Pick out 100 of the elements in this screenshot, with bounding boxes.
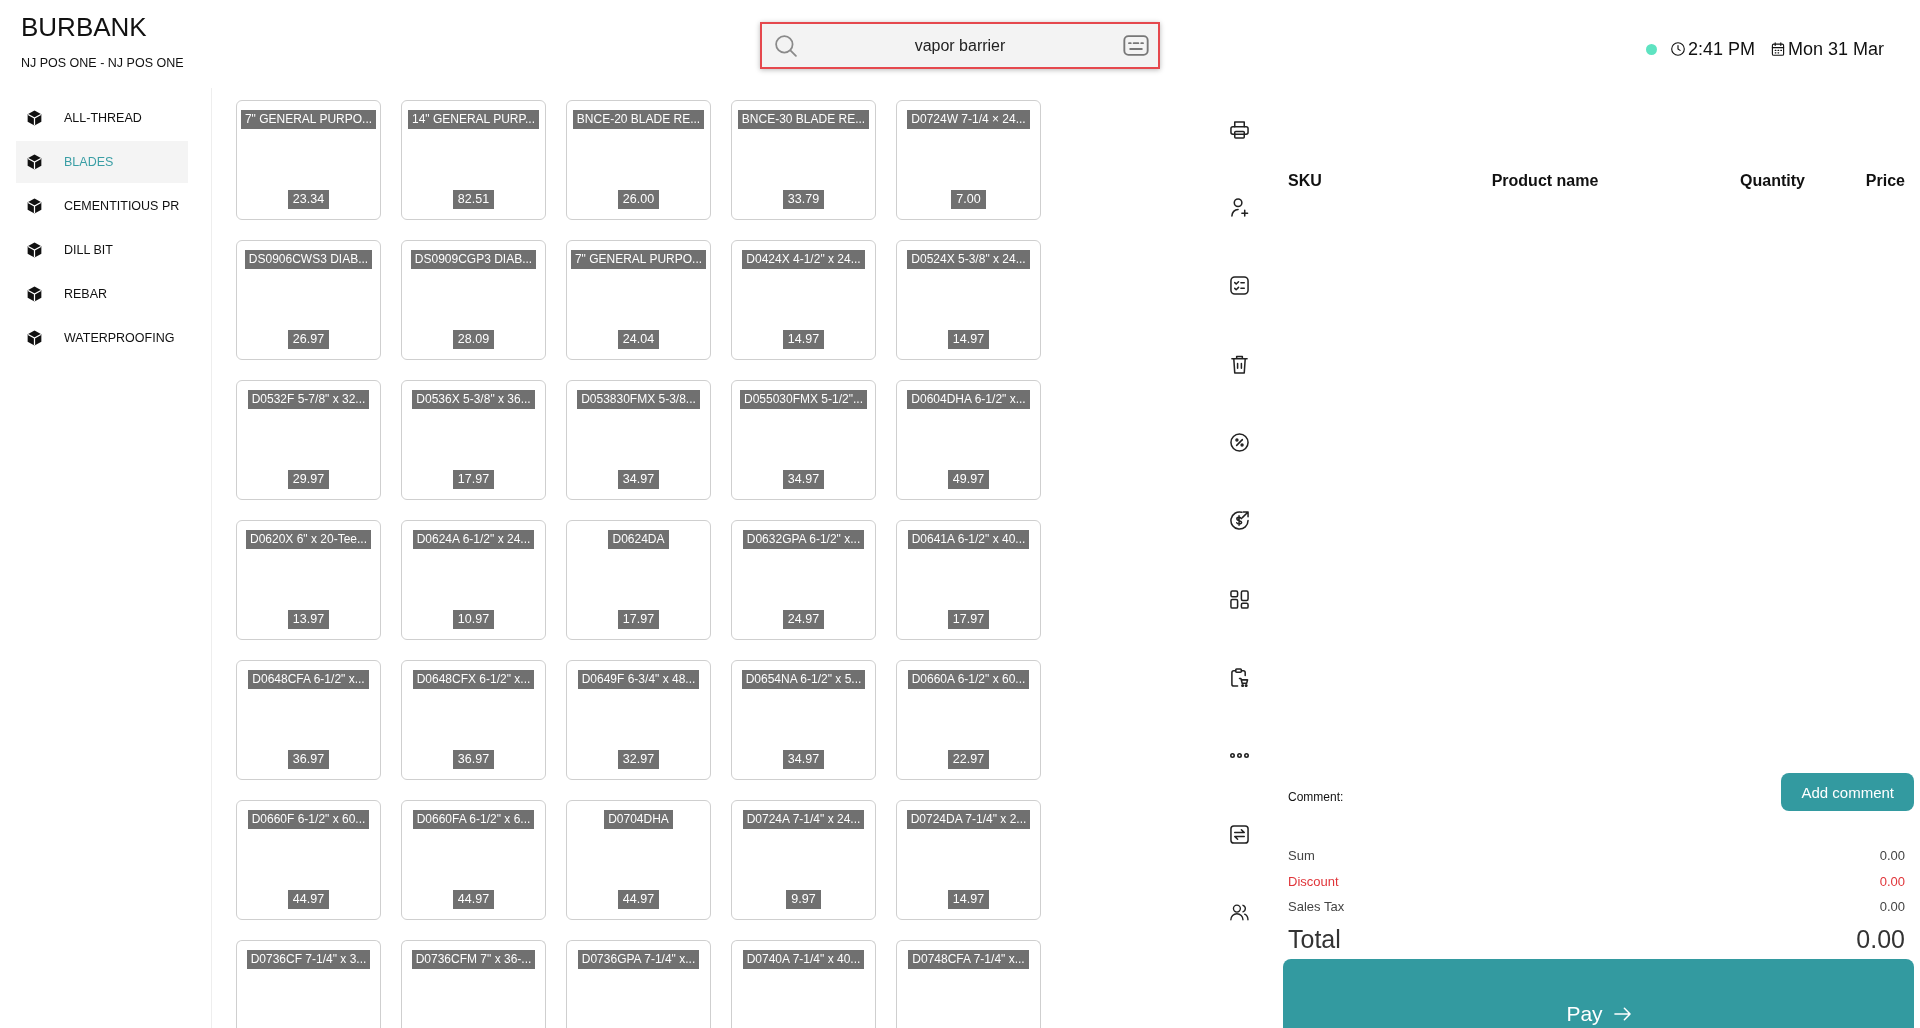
product-card[interactable]: D0740A 7-1/4" x 40... (731, 940, 876, 1028)
clipboard-cart-icon[interactable] (1229, 668, 1249, 687)
product-price: 7.00 (951, 190, 986, 209)
product-price: 24.04 (617, 330, 660, 349)
column-header: Product name (1491, 171, 1599, 191)
product-card[interactable]: D0424X 4-1/2" x 24... 14.97 (731, 240, 876, 360)
category-item[interactable]: DILL BIT (16, 229, 188, 271)
product-card[interactable]: D0624DA 17.97 (566, 520, 711, 640)
product-card[interactable]: D0654NA 6-1/2" x 5... 34.97 (731, 660, 876, 780)
product-card[interactable]: D0604DHA 6-1/2" x... 49.97 (896, 380, 1041, 500)
dots-icon[interactable] (1229, 753, 1249, 759)
product-card[interactable]: 7" GENERAL PURPO... 23.34 (236, 100, 381, 220)
product-name: D0736CFM 7" x 36-... (411, 950, 536, 969)
product-card[interactable]: DS0906CWS3 DIAB... 26.97 (236, 240, 381, 360)
product-card[interactable]: D0536X 5-3/8" x 36... 17.97 (401, 380, 546, 500)
product-card[interactable]: D055030FMX 5-1/2"... 34.97 (731, 380, 876, 500)
product-card[interactable]: 14" GENERAL PURP... 82.51 (401, 100, 546, 220)
product-price: 44.97 (617, 890, 660, 909)
product-card[interactable]: D0620X 6" x 20-Tee... 13.97 (236, 520, 381, 640)
product-price: 17.97 (617, 610, 660, 629)
percent-icon[interactable] (1229, 432, 1249, 452)
product-price: 34.97 (782, 470, 825, 489)
product-card[interactable]: D0532F 5-7/8" x 32... 29.97 (236, 380, 381, 500)
category-item[interactable]: REBAR (16, 273, 188, 315)
product-name: D0524X 5-3/8" x 24... (907, 250, 1030, 269)
product-card[interactable]: BNCE-30 BLADE RE... 33.79 (731, 100, 876, 220)
category-item[interactable]: CEMENTITIOUS PR (16, 185, 188, 227)
product-card[interactable]: D0632GPA 6-1/2" x... 24.97 (731, 520, 876, 640)
cube-icon (27, 198, 42, 214)
category-item[interactable]: BLADES (16, 141, 188, 183)
product-name: D0736CF 7-1/4" x 3... (246, 950, 371, 969)
cube-icon (27, 330, 42, 346)
column-header: Quantity (1740, 171, 1805, 191)
keyboard-icon[interactable] (1123, 35, 1149, 56)
product-card[interactable]: D0624A 6-1/2" x 24... 10.97 (401, 520, 546, 640)
product-price: 14.97 (947, 890, 990, 909)
swap-arrows-icon[interactable] (1229, 824, 1249, 844)
product-card[interactable]: D0704DHA 44.97 (566, 800, 711, 920)
product-card[interactable]: D0648CFA 6-1/2" x... 36.97 (236, 660, 381, 780)
product-card[interactable]: D0660A 6-1/2" x 60... 22.97 (896, 660, 1041, 780)
product-price: 24.97 (782, 610, 825, 629)
category-item[interactable]: WATERPROOFING (16, 317, 188, 359)
product-card[interactable]: D0736GPA 7-1/4" x... (566, 940, 711, 1028)
users-icon[interactable] (1229, 903, 1249, 923)
product-card[interactable]: D0736CF 7-1/4" x 3... (236, 940, 381, 1028)
summary-value: 0.00 (1879, 848, 1905, 863)
product-card[interactable]: D0648CFX 6-1/2" x... 36.97 (401, 660, 546, 780)
trash-icon[interactable] (1229, 354, 1249, 374)
user-plus-icon[interactable] (1229, 197, 1249, 217)
product-name: BNCE-30 BLADE RE... (737, 110, 870, 129)
product-card[interactable]: DS0909CGP3 DIAB... 28.09 (401, 240, 546, 360)
product-price: 13.97 (287, 610, 330, 629)
product-card[interactable]: D0724DA 7-1/4" x 2... 14.97 (896, 800, 1041, 920)
date-text: Mon 31 Mar (1787, 38, 1884, 60)
summary-value: 0.00 (1879, 873, 1905, 889)
register-name: NJ POS ONE - NJ POS ONE (21, 56, 184, 71)
product-card[interactable]: D053830FMX 5-3/8... 34.97 (566, 380, 711, 500)
product-name: D0424X 4-1/2" x 24... (742, 250, 865, 269)
product-card[interactable]: D0641A 6-1/2" x 40... 17.97 (896, 520, 1041, 640)
search-icon (775, 35, 797, 57)
product-name: D0641A 6-1/2" x 40... (907, 530, 1030, 549)
product-price: 34.97 (617, 470, 660, 489)
add-comment-button[interactable]: Add comment (1781, 773, 1914, 811)
grid-icon[interactable] (1229, 589, 1249, 609)
product-name: D0649F 6-3/4" x 48... (577, 670, 700, 689)
printer-icon[interactable] (1229, 119, 1249, 139)
category-item[interactable]: ALL-THREAD (16, 97, 188, 139)
product-name: 7" GENERAL PURPO... (240, 110, 377, 129)
cube-icon (27, 154, 42, 170)
product-name: D0660FA 6-1/2" x 6... (412, 810, 535, 829)
product-price: 32.97 (617, 750, 660, 769)
product-name: D0632GPA 6-1/2" x... (742, 530, 865, 549)
column-header: SKU (1288, 171, 1322, 191)
product-card[interactable]: D0660F 6-1/2" x 60... 44.97 (236, 800, 381, 920)
product-card[interactable]: D0724W 7-1/4 × 24... 7.00 (896, 100, 1041, 220)
product-card[interactable]: BNCE-20 BLADE RE... 26.00 (566, 100, 711, 220)
product-card[interactable]: D0649F 6-3/4" x 48... 32.97 (566, 660, 711, 780)
product-name: D0648CFX 6-1/2" x... (412, 670, 535, 689)
product-price: 14.97 (947, 330, 990, 349)
product-name: D0620X 6" x 20-Tee... (246, 530, 371, 549)
product-name: D0604DHA 6-1/2" x... (907, 390, 1030, 409)
dollar-arrow-icon[interactable] (1229, 511, 1249, 531)
product-price: 34.97 (782, 750, 825, 769)
product-card[interactable]: 7" GENERAL PURPO... 24.04 (566, 240, 711, 360)
summary-label: Sales Tax (1288, 899, 1345, 914)
product-name: D0660F 6-1/2" x 60... (247, 810, 370, 829)
search-field[interactable]: vapor barrier (760, 22, 1160, 69)
product-card[interactable]: D0660FA 6-1/2" x 6... 44.97 (401, 800, 546, 920)
summary-label: Sum (1288, 848, 1315, 863)
product-card[interactable]: D0724A 7-1/4" x 24... 9.97 (731, 800, 876, 920)
product-price: 26.00 (617, 190, 660, 209)
product-card[interactable]: D0736CFM 7" x 36-... (401, 940, 546, 1028)
column-header: Price (1865, 171, 1905, 191)
product-card[interactable]: D0524X 5-3/8" x 24... 14.97 (896, 240, 1041, 360)
product-price: 36.97 (287, 750, 330, 769)
checklist-icon[interactable] (1229, 276, 1249, 296)
product-name: D0624DA (608, 530, 669, 549)
product-card[interactable]: D0748CFA 7-1/4" x... (896, 940, 1041, 1028)
pay-button[interactable]: Pay (1283, 959, 1914, 1028)
clock-icon (1670, 42, 1685, 56)
